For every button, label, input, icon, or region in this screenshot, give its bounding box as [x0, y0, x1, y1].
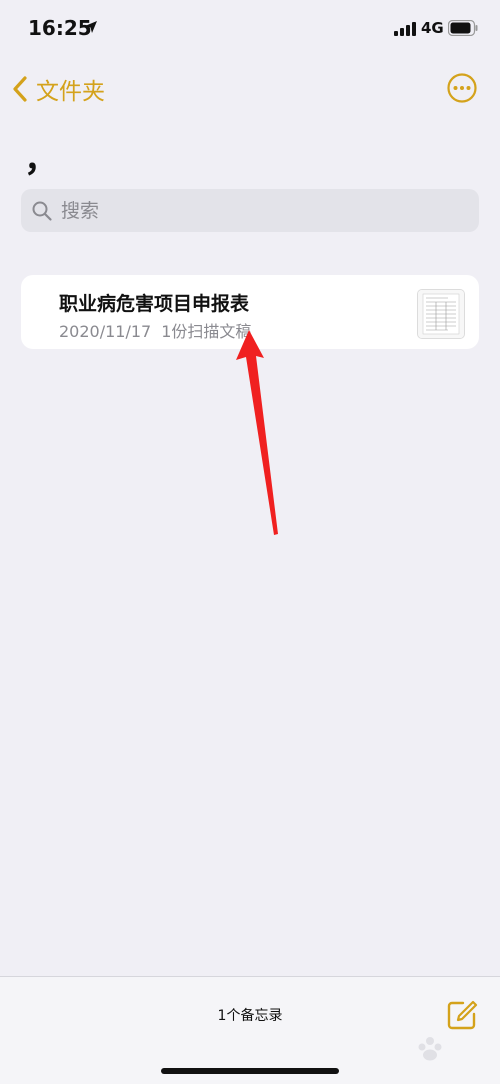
note-title: 职业病危害项目申报表 — [59, 293, 250, 315]
note-meta: 2020/11/17 1份扫描文稿 — [59, 318, 251, 342]
location-arrow-icon — [85, 21, 97, 33]
scanned-document-thumbnail-icon — [417, 289, 465, 339]
ellipsis-circle-icon[interactable] — [447, 73, 477, 103]
back-button[interactable]: 文件夹 — [10, 72, 105, 106]
search-input[interactable] — [59, 198, 463, 223]
status-time: 16:25 — [28, 16, 92, 40]
notes-folder-screen: 16:25 4G 文件夹 ， 职业病危害项目申报表 — [0, 0, 500, 1084]
search-icon — [32, 201, 52, 221]
back-button-label: 文件夹 — [36, 79, 105, 105]
network-type: 4G — [421, 19, 444, 37]
folder-title: ， — [24, 140, 58, 180]
home-indicator[interactable] — [161, 1068, 339, 1074]
battery-icon — [448, 20, 478, 36]
signal-bars-icon — [394, 22, 416, 36]
baidu-watermark-icon — [418, 1037, 442, 1061]
note-date: 2020/11/17 — [59, 322, 152, 341]
chevron-left-icon — [13, 76, 27, 102]
search-bar[interactable] — [21, 189, 479, 232]
bottom-toolbar: 1个备忘录 — [0, 976, 500, 1084]
note-count: 1个备忘录 — [217, 1008, 283, 1024]
annotation-arrow-icon — [236, 330, 278, 535]
